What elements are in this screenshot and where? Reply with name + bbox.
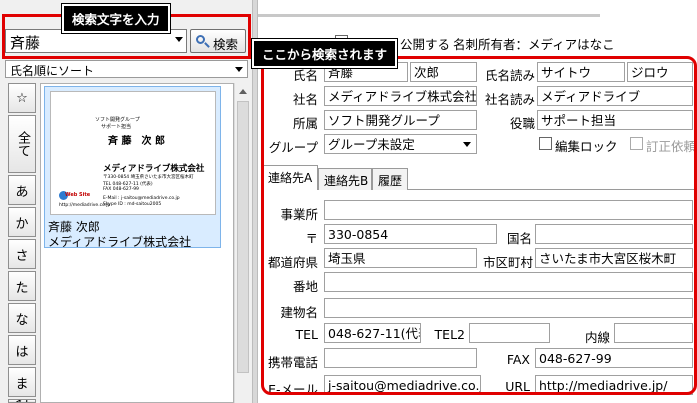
sort-select[interactable]: 氏名順にソート [5,60,248,78]
group-select-value: グループ未設定 [328,137,415,152]
index-button-ya[interactable]: や [8,399,36,403]
search-button-label: 検索 [213,37,239,52]
window-border [258,14,600,17]
thumb-site: http://mediadrive.co.jp [59,203,111,208]
thumb-dept1: ソフト開発グループ [95,117,140,123]
card-list-item[interactable]: ソフト開発グループ サポート担当 斉 藤 次 郎 メディアドライブ株式会社 〒3… [44,86,221,249]
chevron-down-icon[interactable] [175,37,183,42]
last-name-reading-field[interactable]: サイトウ [537,62,625,82]
dept-field[interactable]: ソフト開発グループ [324,110,477,130]
index-button-a[interactable]: あ [8,175,36,205]
thumb-web-badge: Web Site [65,192,91,198]
company-label: 社名 [292,92,318,107]
fax-field[interactable]: 048-627-99 [535,348,693,368]
magnifier-handle-icon [204,42,210,48]
tel-label: TEL [295,327,319,342]
index-button-ma[interactable]: ま [8,367,36,397]
first-name-reading-field[interactable]: ジロウ [627,62,693,82]
dept-label: 所属 [292,116,318,131]
index-button-ka[interactable]: か [8,207,36,237]
company-reading-label: 社名読み [484,92,535,107]
index-button-all[interactable]: 全て [8,115,36,173]
search-button[interactable]: 検索 [190,29,246,53]
office-label: 事業所 [280,207,318,222]
extension-label: 内線 [584,330,610,345]
tel-field[interactable]: 048-627-11(代表) [324,323,421,343]
search-input-value: 斉藤 [10,34,41,52]
publish-label: 公開する [400,37,451,52]
tel2-field[interactable] [469,323,550,343]
thumb-skype: Skype ID : md-saitou2005 [103,202,162,207]
edit-lock-checkbox[interactable] [539,137,552,150]
building-label: 建物名 [280,305,318,320]
thumb-company: メディアドライブ株式会社 [103,164,205,174]
search-input-callout: 検索文字を入力 [62,4,170,33]
extension-field[interactable] [614,323,693,343]
index-button-na[interactable]: な [8,303,36,333]
first-name-field[interactable]: 次郎 [410,62,477,82]
tab-contact-a[interactable]: 連絡先A [262,165,318,190]
country-label: 国名 [506,231,532,246]
mobile-label: 携帯電話 [267,355,318,370]
scroll-thumb[interactable] [237,101,249,373]
index-button-star[interactable]: ☆ [8,83,36,113]
pref-label: 都道府県 [267,255,318,270]
url-field[interactable]: http://mediadrive.jp/ [535,375,693,395]
group-label: グループ [268,140,318,155]
zip-field[interactable]: 330-0854 [324,224,497,244]
card-thumbnail: ソフト開発グループ サポート担当 斉 藤 次 郎 メディアドライブ株式会社 〒3… [50,91,216,215]
office-field[interactable] [324,200,693,220]
company-field[interactable]: メディアドライブ株式会社 [324,86,477,106]
url-label: URL [505,379,530,394]
scroll-up-icon[interactable] [239,89,247,94]
tab-history[interactable]: 履歴 [372,168,408,190]
card-company: メディアドライブ株式会社 [48,235,192,249]
thumb-dept2: サポート担当 [101,124,132,130]
index-button-sa[interactable]: さ [8,239,36,269]
correction-label: 訂正依頼 [646,139,697,154]
correction-checkbox[interactable] [630,137,643,150]
city-label: 市区町村 [482,255,533,270]
name-reading-label: 氏名読み [484,68,535,83]
owner-label: 名刺所有者：メディアはなこ [453,37,615,52]
street-label: 番地 [292,279,318,294]
thumb-email: E-Mail : j-saitou@mediadrive.co.jp [103,196,180,201]
title-field[interactable]: サポート担当 [537,110,693,130]
building-field[interactable] [324,298,693,318]
card-list-scrollbar[interactable] [234,83,251,403]
city-field[interactable]: さいたま市大宮区桜木町 [535,248,693,268]
country-field[interactable] [535,224,693,244]
tel2-label: TEL2 [434,327,465,342]
fax-label: FAX [506,352,530,367]
email-label: E-メール [268,382,318,397]
company-reading-field[interactable]: メディアドライブ [537,86,693,106]
thumb-name: 斉 藤 次 郎 [108,136,165,147]
title-label: 役職 [509,116,535,131]
street-field[interactable] [324,272,693,292]
chevron-down-icon[interactable] [463,142,471,147]
chevron-down-icon[interactable] [235,67,243,72]
index-button-ha[interactable]: は [8,335,36,365]
zip-label: 〒 [305,231,318,246]
edit-lock-label: 編集ロック [555,139,618,154]
email-field[interactable]: j-saitou@mediadrive.co.jp [324,375,481,395]
mobile-field[interactable] [324,348,477,368]
thumb-address1: 〒330-0854 埼玉県さいたま市大宮区桜木町 [103,175,194,180]
sort-select-value: 氏名順にソート [10,64,95,78]
group-select[interactable]: グループ未設定 [324,134,477,154]
index-button-ta[interactable]: た [8,271,36,301]
pref-field[interactable]: 埼玉県 [324,248,477,268]
search-target-callout: ここから検索されます [252,39,398,68]
tab-contact-b[interactable]: 連絡先B [318,168,372,190]
thumb-address3: FAX 048-627-99 [103,187,139,192]
